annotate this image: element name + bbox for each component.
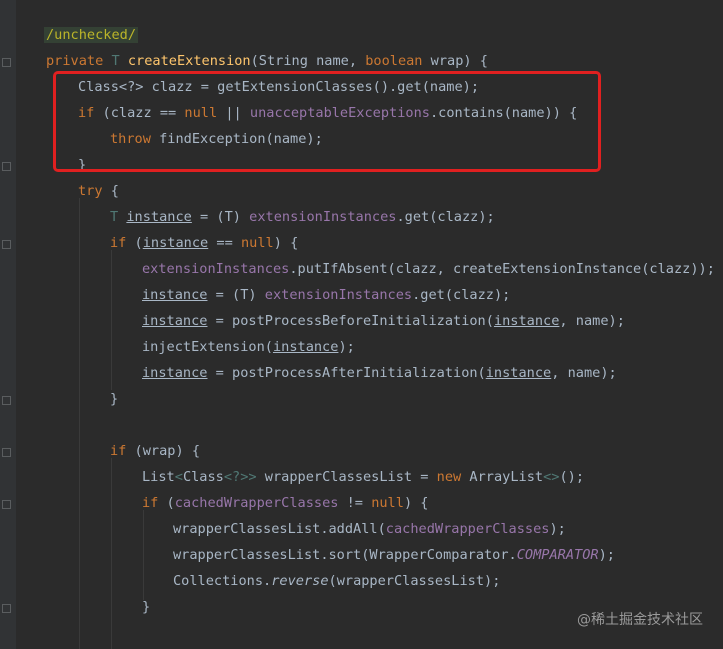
code-text: != (338, 495, 372, 511)
code-line: /unchecked/ (44, 22, 139, 48)
keyword: new (436, 469, 462, 485)
code-text: ( (126, 235, 143, 251)
indent-guide (111, 458, 112, 649)
code-line: Collections.reverse(wrapperClassesList); (173, 568, 500, 594)
code-text: = (T) (207, 287, 265, 303)
code-text: ); (549, 521, 566, 537)
fold-marker-icon[interactable] (2, 396, 11, 405)
variable: instance (142, 365, 208, 381)
variable: instance (142, 235, 209, 251)
code-line: instance = postProcessBeforeInitializati… (142, 308, 625, 334)
code-text: ); (598, 547, 615, 563)
keyword: private (46, 53, 104, 69)
code-text: = (T) (191, 209, 250, 225)
variable: instance (272, 339, 339, 355)
code-text: , name); (551, 365, 617, 381)
variable: instance (485, 365, 552, 381)
variable: instance (493, 313, 560, 329)
code-line: try { (78, 178, 119, 204)
field-ref: extensionInstances (142, 261, 290, 277)
keyword: null (240, 235, 274, 251)
code-text: Class (182, 469, 224, 485)
code-text: wrapperClassesList = (256, 469, 437, 485)
fold-marker-icon[interactable] (2, 604, 11, 613)
code-text: (wrap) { (126, 443, 201, 459)
fold-marker-icon[interactable] (2, 448, 11, 457)
code-line: instance = (T) extensionInstances.get(cl… (142, 282, 510, 308)
code-line: injectExtension(instance); (142, 334, 355, 360)
variable: instance (142, 287, 208, 303)
keyword: boolean (365, 53, 423, 69)
fold-marker-icon[interactable] (2, 240, 11, 249)
code-text: .get(clazz); (396, 209, 495, 225)
code-line: if (cachedWrapperClasses != null) { (142, 490, 429, 516)
field-ref: cachedWrapperClasses (174, 495, 339, 511)
code-text: .get(clazz); (412, 287, 511, 303)
code-text: List (142, 469, 175, 485)
code-line: T instance = (T) extensionInstances.get(… (110, 204, 495, 230)
field-ref: extensionInstances (264, 287, 413, 303)
code-line: List<Class<?>> wrapperClassesList = new … (142, 464, 584, 490)
fold-marker-icon[interactable] (2, 58, 11, 67)
code-text: } (110, 391, 119, 407)
code-line: extensionInstances.putIfAbsent(clazz, cr… (142, 256, 715, 282)
code-line: if (instance == null) { (110, 230, 298, 256)
code-text: ) { (403, 495, 429, 511)
method-name: createExtension (127, 53, 251, 69)
annotation: /unchecked/ (44, 27, 139, 43)
variable: instance (142, 313, 208, 329)
fold-marker-icon[interactable] (2, 500, 11, 509)
code-text: } (142, 599, 151, 615)
code-text: == (208, 235, 241, 251)
code-text: ) { (273, 235, 299, 251)
code-text: = postProcessAfterInitialization( (207, 365, 486, 381)
code-text: Collections. (173, 573, 272, 589)
indent-guide (111, 250, 112, 390)
code-text: wrapperClassesList.addAll( (173, 521, 386, 537)
field-ref: cachedWrapperClasses (385, 521, 550, 537)
keyword: if (110, 235, 127, 251)
code-text: , name); (559, 313, 625, 329)
type-param: T (111, 53, 120, 69)
indent-guide (143, 510, 144, 600)
code-line: instance = postProcessAfterInitializatio… (142, 360, 617, 386)
code-text: (wrapperClassesList); (328, 573, 501, 589)
static-field: COMPARATOR (516, 547, 599, 563)
editor-gutter (0, 0, 16, 649)
variable: instance (126, 209, 192, 225)
generic-bracket: < (174, 469, 183, 485)
code-text: { (102, 183, 119, 199)
code-line: if (wrap) { (110, 438, 200, 464)
code-text: (String name, (250, 53, 366, 69)
code-line: wrapperClassesList.addAll(cachedWrapperC… (173, 516, 566, 542)
keyword: try (78, 183, 103, 199)
watermark: @稀土掘金技术社区 (577, 612, 703, 628)
generic-bracket: <> (543, 469, 560, 485)
code-line: wrapperClassesList.sort(WrapperComparato… (173, 542, 615, 568)
code-line: } (110, 386, 118, 412)
code-text: .putIfAbsent(clazz, createExtensionInsta… (289, 261, 715, 277)
code-text: ArrayList (461, 469, 544, 485)
keyword: null (371, 495, 404, 511)
code-text: = postProcessBeforeInitialization( (207, 313, 494, 329)
code-text: ); (338, 339, 355, 355)
indent-guide (79, 198, 80, 649)
code-text: (); (559, 469, 585, 485)
code-text: wrap) { (422, 53, 488, 69)
keyword: if (142, 495, 159, 511)
highlight-box (53, 71, 601, 172)
code-text: injectExtension( (142, 339, 273, 355)
static-method: reverse (271, 573, 329, 589)
code-line: } (142, 594, 150, 620)
generic-bracket: <?>> (223, 469, 257, 485)
code-text: wrapperClassesList.sort(WrapperComparato… (173, 547, 517, 563)
type-param: T (110, 209, 119, 225)
fold-marker-icon[interactable] (2, 162, 11, 171)
keyword: if (110, 443, 127, 459)
field-ref: extensionInstances (249, 209, 397, 225)
code-text: ( (158, 495, 175, 511)
